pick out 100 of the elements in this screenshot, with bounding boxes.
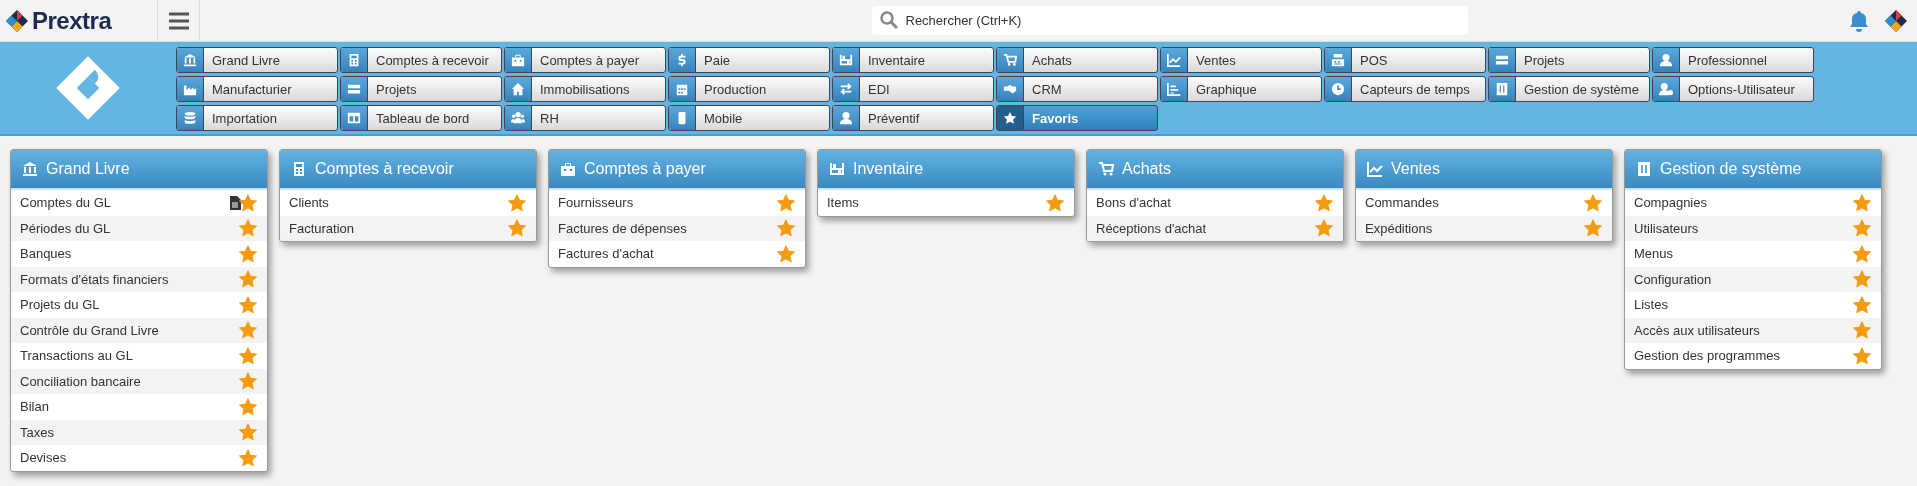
module-button[interactable]: Grand Livre bbox=[176, 47, 338, 73]
star-icon[interactable] bbox=[1853, 270, 1871, 289]
search-field[interactable]: Rechercher (Ctrl+K) bbox=[871, 6, 1468, 35]
star-icon[interactable] bbox=[239, 372, 257, 391]
star-icon[interactable] bbox=[1584, 193, 1602, 212]
star-icon[interactable] bbox=[1584, 219, 1602, 238]
star-icon[interactable] bbox=[1315, 219, 1333, 238]
star-icon[interactable] bbox=[1853, 244, 1871, 263]
panel-title: Grand Livre bbox=[46, 160, 130, 178]
register-icon bbox=[1331, 53, 1345, 67]
module-button[interactable]: Options-Utilisateur bbox=[1652, 76, 1814, 102]
clock-icon bbox=[1331, 82, 1345, 96]
star-icon[interactable] bbox=[239, 244, 257, 263]
server-icon bbox=[1495, 53, 1509, 67]
module-button[interactable]: Tableau de bord bbox=[340, 105, 502, 131]
briefcase-icon bbox=[511, 53, 525, 67]
module-button[interactable]: Achats bbox=[996, 47, 1158, 73]
menu-link[interactable]: Compagnies bbox=[1634, 195, 1853, 211]
panel-title: Inventaire bbox=[853, 160, 924, 178]
menu-link[interactable]: Clients bbox=[289, 195, 508, 211]
module-button[interactable]: Projets bbox=[340, 76, 502, 102]
module-button[interactable]: POS bbox=[1324, 47, 1486, 73]
bars-icon bbox=[1167, 82, 1181, 96]
shelf-icon bbox=[829, 161, 845, 177]
person-icon bbox=[1659, 53, 1673, 67]
star-icon[interactable] bbox=[1853, 321, 1871, 340]
server-icon bbox=[347, 82, 361, 96]
module-button[interactable]: Professionnel bbox=[1652, 47, 1814, 73]
document-icon[interactable] bbox=[229, 195, 241, 210]
cart-icon bbox=[1098, 161, 1114, 177]
star-icon[interactable] bbox=[508, 193, 526, 212]
briefcase-icon bbox=[560, 161, 576, 177]
star-icon[interactable] bbox=[239, 193, 257, 212]
module-button[interactable]: Capteurs de temps bbox=[1324, 76, 1486, 102]
star-icon[interactable] bbox=[239, 346, 257, 365]
module-button[interactable]: Comptes à recevoir bbox=[340, 47, 502, 73]
panel-title: Comptes à payer bbox=[584, 160, 706, 178]
calculator-icon bbox=[291, 161, 307, 177]
star-icon[interactable] bbox=[777, 244, 795, 263]
module-button[interactable]: Mobile bbox=[668, 105, 830, 131]
menu-link[interactable]: Listes bbox=[1634, 297, 1853, 313]
calculator-icon bbox=[347, 53, 361, 67]
star-icon[interactable] bbox=[239, 321, 257, 340]
menu-link[interactable]: Menus bbox=[1634, 246, 1853, 262]
star-icon[interactable] bbox=[1853, 193, 1871, 212]
star-icon bbox=[1003, 111, 1017, 125]
module-button[interactable]: Importation bbox=[176, 105, 338, 131]
star-icon[interactable] bbox=[1046, 193, 1064, 212]
star-icon[interactable] bbox=[239, 423, 257, 442]
star-icon[interactable] bbox=[508, 219, 526, 238]
columns-icon bbox=[347, 111, 361, 125]
module-button[interactable]: Favoris bbox=[996, 105, 1158, 131]
module-button[interactable]: Comptes à payer bbox=[504, 47, 666, 73]
calendar-icon bbox=[675, 82, 689, 96]
module-button[interactable]: Graphique bbox=[1160, 76, 1322, 102]
module-button[interactable]: Inventaire bbox=[832, 47, 994, 73]
menu-link[interactable]: Bons d'achat bbox=[1096, 195, 1315, 211]
module-button[interactable]: EDI bbox=[832, 76, 994, 102]
module-button[interactable]: RH bbox=[504, 105, 666, 131]
star-icon[interactable] bbox=[1853, 219, 1871, 238]
star-icon[interactable] bbox=[777, 219, 795, 238]
logo-icon[interactable] bbox=[1885, 9, 1907, 32]
menu-link[interactable]: Commandes bbox=[1365, 195, 1584, 211]
panel-title: Gestion de système bbox=[1660, 160, 1802, 178]
module-button[interactable]: Paie bbox=[668, 47, 830, 73]
star-icon[interactable] bbox=[239, 397, 257, 416]
people-icon bbox=[511, 111, 525, 125]
bell-icon[interactable] bbox=[1849, 9, 1869, 32]
menu-link[interactable]: Banques bbox=[20, 246, 239, 262]
module-button[interactable]: Projets bbox=[1488, 47, 1650, 73]
star-icon[interactable] bbox=[239, 295, 257, 314]
menu-link[interactable]: Factures d'achat bbox=[558, 246, 777, 262]
star-icon[interactable] bbox=[239, 448, 257, 467]
menu-link[interactable]: Gestion des programmes bbox=[1634, 348, 1853, 364]
module-button[interactable]: Ventes bbox=[1160, 47, 1322, 73]
module-button[interactable]: Production bbox=[668, 76, 830, 102]
module-button[interactable]: Manufacturier bbox=[176, 76, 338, 102]
person-icon bbox=[839, 111, 853, 125]
bank-icon bbox=[22, 161, 38, 177]
chart-icon bbox=[1167, 53, 1181, 67]
logo-icon bbox=[54, 54, 122, 122]
database-icon bbox=[183, 111, 197, 125]
menu-link[interactable]: Transactions au GL bbox=[20, 348, 239, 364]
menu-link[interactable]: Devises bbox=[20, 450, 239, 466]
star-icon[interactable] bbox=[777, 193, 795, 212]
menu-link[interactable]: Items bbox=[827, 195, 1046, 211]
star-icon[interactable] bbox=[1853, 346, 1871, 365]
star-icon[interactable] bbox=[239, 219, 257, 238]
module-button[interactable]: CRM bbox=[996, 76, 1158, 102]
shelf-icon bbox=[839, 53, 853, 67]
star-icon[interactable] bbox=[239, 270, 257, 289]
star-icon[interactable] bbox=[1315, 193, 1333, 212]
star-icon[interactable] bbox=[1853, 295, 1871, 314]
menu-link[interactable]: Bilan bbox=[20, 399, 239, 415]
menu-link[interactable]: Fournisseurs bbox=[558, 195, 777, 211]
module-button[interactable]: Gestion de système bbox=[1488, 76, 1650, 102]
menu-link[interactable]: Comptes du GL bbox=[20, 195, 229, 211]
module-button[interactable]: Préventif bbox=[832, 105, 994, 131]
menu-link[interactable]: Projets du GL bbox=[20, 297, 239, 313]
module-button[interactable]: Immobilisations bbox=[504, 76, 666, 102]
